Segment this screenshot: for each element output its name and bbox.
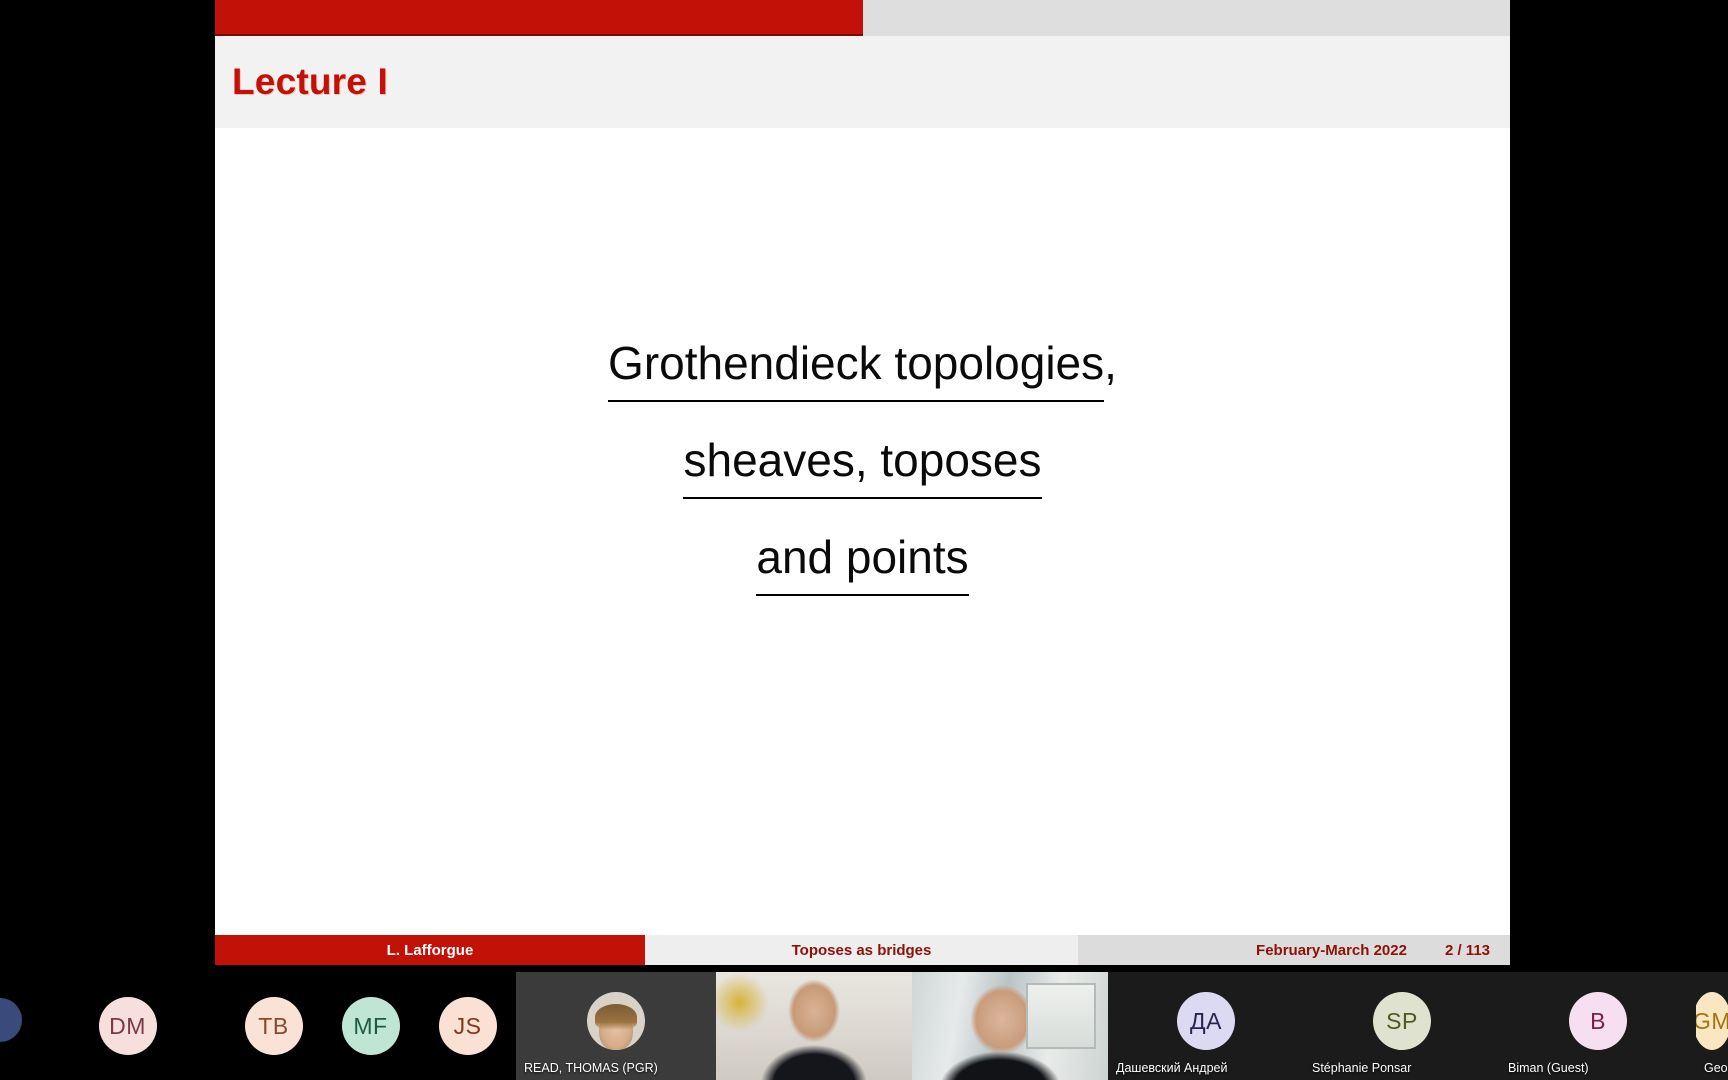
avatar: TB <box>244 997 303 1055</box>
progress-empty-segment <box>863 0 1510 36</box>
avatar: MF <box>341 997 400 1055</box>
screen-root: Lecture I Grothendieck topologies, sheav… <box>0 0 1728 1080</box>
participant-tile[interactable] <box>912 972 1108 1080</box>
footer-date: February-March 2022 <box>1256 941 1407 959</box>
presentation-slide: Lecture I Grothendieck topologies, sheav… <box>215 0 1510 965</box>
footer-page-number: 2 / 113 <box>1444 941 1490 959</box>
participant-tile[interactable]: GM George McNinch ( <box>1696 972 1728 1080</box>
slide-body-line-underlined: Grothendieck topologies <box>608 337 1105 402</box>
participant-tile[interactable]: SP Stéphanie Ponsar <box>1304 972 1500 1080</box>
avatar: ДА <box>1177 992 1235 1050</box>
participant-name: READ, THOMAS (PGR) <box>524 1061 658 1075</box>
video-feed <box>912 972 1108 1080</box>
slide-body-line-underlined: sheaves, toposes <box>683 434 1042 499</box>
participant-tile[interactable]: TB <box>225 972 322 1080</box>
footer-talk-title: Toposes as bridges <box>645 935 1078 965</box>
avatar: SP <box>1373 992 1431 1050</box>
slide-body-line: Grothendieck topologies, <box>608 337 1117 402</box>
slide-body-line-underlined: and points <box>756 531 969 596</box>
beamer-navigation-bar <box>215 0 1510 36</box>
participant-tile[interactable] <box>0 972 30 1080</box>
avatar: B <box>1569 992 1627 1050</box>
participant-tile[interactable]: B Biman (Guest) <box>1500 972 1696 1080</box>
participant-name: Дашевский Андрей <box>1116 1061 1228 1075</box>
participant-tile[interactable]: ДА Дашевский Андрей <box>1108 972 1304 1080</box>
page-title: Lecture I <box>232 61 389 102</box>
slide-body-line: and points <box>756 531 969 596</box>
slide-body-line-trailing: , <box>1104 337 1117 389</box>
slide-body: Grothendieck topologies, sheaves, topose… <box>215 128 1510 945</box>
participant-name: Stéphanie Ponsar <box>1312 1061 1412 1075</box>
participant-name: Biman (Guest) <box>1508 1061 1589 1075</box>
participant-tile[interactable]: DM <box>30 972 225 1080</box>
participant-tile[interactable]: JS <box>419 972 516 1080</box>
slide-body-line: sheaves, toposes <box>683 434 1042 499</box>
slide-title-band: Lecture I <box>215 36 1510 128</box>
footer-meta: February-March 2022 2 / 113 <box>1078 935 1510 965</box>
video-feed <box>716 972 912 1080</box>
slide-footer: L. Lafforgue Toposes as bridges February… <box>215 935 1510 965</box>
progress-filled-segment <box>215 0 863 36</box>
avatar: DM <box>98 997 157 1055</box>
participant-name: George McNinch ( <box>1704 1061 1728 1075</box>
footer-author: L. Lafforgue <box>215 935 645 965</box>
participant-tile[interactable]: MF <box>322 972 419 1080</box>
participant-tile[interactable]: READ, THOMAS (PGR) <box>516 972 716 1080</box>
avatar: JS <box>438 997 497 1055</box>
avatar <box>0 998 22 1042</box>
participant-tile[interactable] <box>716 972 912 1080</box>
avatar: GM <box>1696 992 1728 1050</box>
avatar <box>587 992 645 1050</box>
participant-filmstrip[interactable]: DM TB MF JS READ, THOMAS (PGR) ДА Дашевский Ан… <box>0 972 1728 1080</box>
